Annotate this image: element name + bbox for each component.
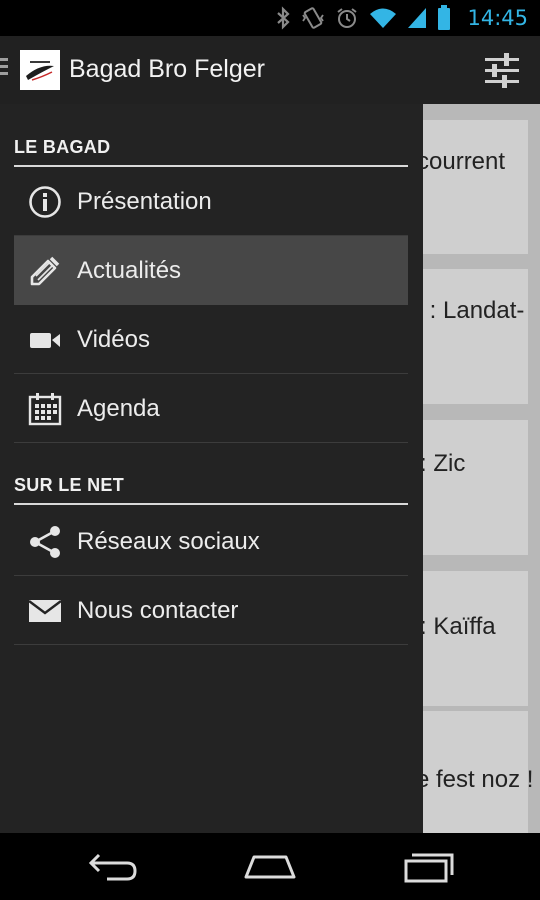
info-icon bbox=[28, 185, 62, 219]
drawer-item-label: Nous contacter bbox=[77, 597, 239, 624]
drawer-item-label: Agenda bbox=[77, 395, 160, 422]
drawer-item-agenda[interactable]: Agenda bbox=[14, 374, 408, 443]
phone-screen: 14:45 Bagad Bro Felger courrent z: Land… bbox=[0, 0, 540, 900]
settings-sliders-icon[interactable] bbox=[480, 49, 524, 93]
news-card-title: e fest noz ! bbox=[416, 766, 534, 793]
drawer-item-label: Réseaux sociaux bbox=[77, 528, 260, 555]
drawer-indicator-icon[interactable] bbox=[0, 58, 8, 78]
drawer-item-videos[interactable]: Vidéos bbox=[14, 305, 408, 374]
news-card-title: courrent bbox=[417, 148, 506, 175]
drawer-item-nous-contacter[interactable]: Nous contacter bbox=[14, 576, 408, 645]
mail-icon bbox=[28, 594, 62, 628]
clock: 14:45 bbox=[467, 6, 528, 30]
bluetooth-icon bbox=[275, 6, 291, 30]
section-header-le-bagad: LE BAGAD bbox=[14, 137, 408, 167]
news-card-title: : Zic bbox=[420, 450, 466, 477]
drawer-item-label: Actualités bbox=[77, 257, 182, 284]
pencil-icon bbox=[28, 254, 62, 288]
drawer-item-label: Présentation bbox=[77, 188, 212, 215]
battery-icon bbox=[437, 5, 451, 31]
vibrate-icon bbox=[301, 6, 325, 30]
section-title: LE BAGAD bbox=[14, 137, 111, 157]
drawer-item-reseaux-sociaux[interactable]: Réseaux sociaux bbox=[14, 507, 408, 576]
app-title: Bagad Bro Felger bbox=[69, 55, 265, 83]
status-icons: 14:45 bbox=[275, 4, 528, 32]
status-bar: 14:45 bbox=[0, 0, 540, 36]
back-icon[interactable] bbox=[83, 847, 143, 887]
wifi-icon bbox=[369, 6, 397, 30]
section-header-sur-le-net: SUR LE NET bbox=[14, 475, 408, 505]
home-icon[interactable] bbox=[240, 847, 300, 887]
news-card-title: z : Landat- bbox=[411, 297, 525, 324]
signal-icon bbox=[407, 6, 427, 30]
navigation-drawer: LE BAGAD Présentation Actualités Vidéos bbox=[0, 104, 423, 833]
drawer-item-actualites[interactable]: Actualités bbox=[14, 236, 408, 305]
share-icon bbox=[28, 525, 62, 559]
app-logo-icon[interactable] bbox=[20, 50, 60, 90]
video-camera-icon bbox=[28, 323, 62, 357]
section-title: SUR LE NET bbox=[14, 475, 125, 495]
news-card-title: : Kaïffa bbox=[420, 613, 496, 640]
drawer-item-label: Vidéos bbox=[77, 326, 150, 353]
drawer-item-presentation[interactable]: Présentation bbox=[14, 167, 408, 236]
action-bar: Bagad Bro Felger bbox=[0, 36, 540, 104]
calendar-icon bbox=[28, 392, 62, 426]
system-navigation-bar bbox=[0, 833, 540, 900]
alarm-icon bbox=[335, 6, 359, 30]
recent-apps-icon[interactable] bbox=[398, 847, 458, 887]
